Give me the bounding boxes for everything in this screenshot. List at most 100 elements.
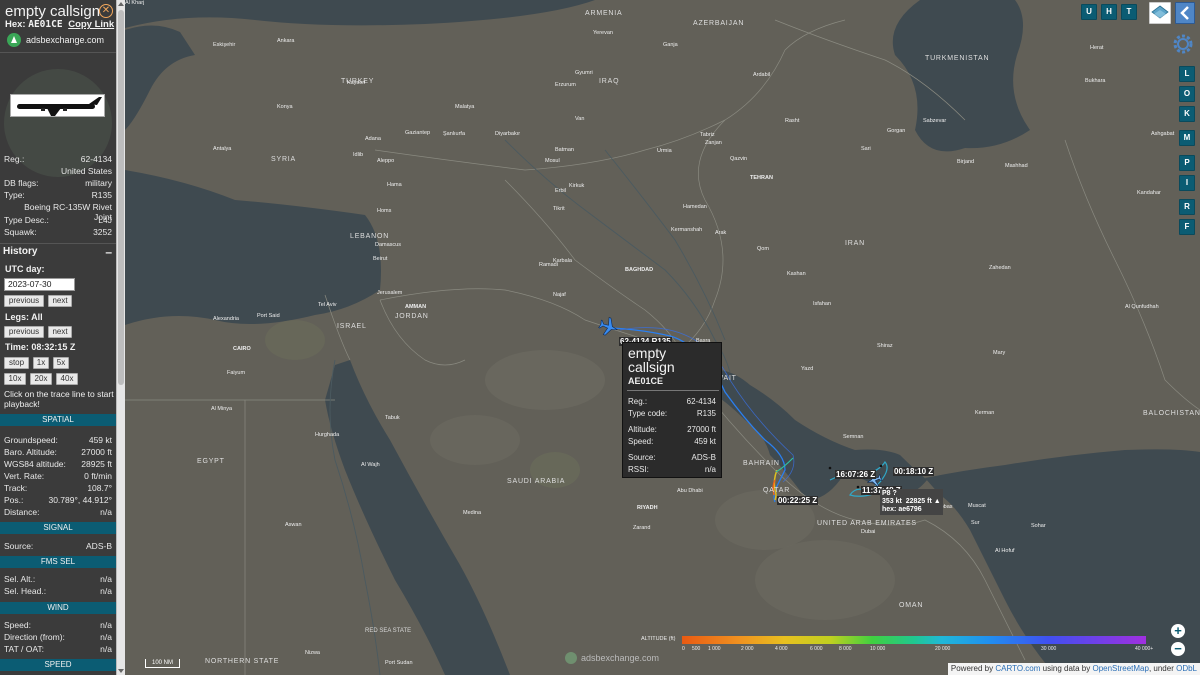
place-label: LEBANON <box>350 233 390 240</box>
speed-10x-button[interactable]: 10x <box>4 373 26 385</box>
type-row: Type: R135 <box>4 190 112 202</box>
fms-section-header: FMS SEL <box>0 556 116 568</box>
place-label: Birjand <box>957 159 975 165</box>
popup-callsign: empty callsign <box>628 345 675 375</box>
scrollbar-thumb[interactable] <box>118 10 124 385</box>
p8-aircraft-label: P8 ? 353 kt 22825 ft ▲ hex: ae6796 <box>880 489 943 515</box>
sidebar-scrollbar[interactable] <box>116 0 125 675</box>
adsbexchange-link-text: adsbexchange.com <box>26 35 105 45</box>
settings-gear-icon[interactable] <box>1171 32 1195 56</box>
place-label: Faiyum <box>227 370 246 376</box>
popup-altitude-value: 27000 ft <box>687 425 716 434</box>
toggle-kiosk-button[interactable]: K <box>1179 106 1195 122</box>
toggle-range-rings-button[interactable]: R <box>1179 199 1195 215</box>
stop-button[interactable]: stop <box>4 357 29 369</box>
source-value: ADS-B <box>86 541 112 551</box>
units-toggle-button[interactable]: U <box>1081 4 1097 20</box>
dbflags-value: military <box>85 178 112 188</box>
watermark-logo-icon <box>565 652 577 664</box>
scale-bar: 100 NM <box>145 659 180 668</box>
place-label: Van <box>575 116 585 122</box>
source-label: Source: <box>4 541 34 551</box>
speed-5x-button[interactable]: 5x <box>53 357 69 369</box>
place-label: Sabzevar <box>923 118 947 124</box>
place-label: Erzurum <box>555 82 576 88</box>
place-label: Batman <box>555 147 574 153</box>
wind-speed-value: n/a <box>100 620 112 630</box>
scroll-down-icon[interactable] <box>118 669 124 673</box>
odbl-link[interactable]: ODbL <box>1176 664 1197 673</box>
place-label: Arak <box>715 230 727 236</box>
selected-aircraft-icon[interactable] <box>597 315 620 338</box>
aircraft-popup[interactable]: empty callsign AE01CE Reg.: 62-4134 Type… <box>622 342 722 478</box>
zoom-out-button[interactable]: − <box>1171 642 1185 656</box>
copy-link[interactable]: Copy Link <box>68 19 114 30</box>
toggle-multiselect-button[interactable]: M <box>1179 130 1195 146</box>
place-label: Hurghada <box>315 432 340 438</box>
previous-day-button[interactable]: previous <box>4 295 44 307</box>
hex-value: AE01CE <box>28 19 63 30</box>
place-label: AZERBAIJAN <box>693 20 745 27</box>
layers-button[interactable] <box>1149 2 1171 24</box>
map-view[interactable]: TURKEY SYRIA IRAQ IRAN JORDAN ISRAEL LEBANON EG… <box>125 0 1200 675</box>
popup-speed-value: 459 kt <box>694 437 716 446</box>
caspian-sea <box>892 0 1030 152</box>
toggle-labels-button[interactable]: L <box>1179 66 1195 82</box>
adsbexchange-watermark: adsbexchange.com <box>565 652 659 664</box>
place-label: Kirkuk <box>569 183 585 189</box>
layers-icon <box>1151 5 1169 19</box>
type-value: R135 <box>91 190 112 200</box>
place-label: Zanjan <box>705 140 722 146</box>
altitude-legend-tick: 2 000 <box>741 646 754 652</box>
time-label-1: 16:07:26 Z <box>835 470 877 479</box>
speed-20x-button[interactable]: 20x <box>30 373 52 385</box>
scroll-up-icon[interactable] <box>118 2 124 6</box>
adsbexchange-link[interactable]: adsbexchange.com <box>7 33 104 47</box>
place-label: UNITED ARAB EMIRATES <box>817 520 917 527</box>
osm-link[interactable]: OpenStreetMap <box>1092 664 1148 673</box>
attribution-prefix: Powered by <box>950 664 994 673</box>
altitude-legend-tick: 4 000 <box>775 646 788 652</box>
popup-source-value: ADS-B <box>691 453 716 462</box>
carto-link[interactable]: CARTO.com <box>995 664 1040 673</box>
place-label: Yazd <box>801 366 814 372</box>
next-day-button[interactable]: next <box>48 295 72 307</box>
sel-head-row: Sel. Head.: n/a <box>4 586 112 598</box>
place-label: AMMAN <box>405 304 427 310</box>
next-leg-button[interactable]: next <box>48 326 72 338</box>
popup-speed-label: Speed: <box>628 437 654 446</box>
previous-leg-button[interactable]: previous <box>4 326 44 338</box>
popup-reg-row: Reg.: 62-4134 <box>628 397 716 409</box>
reg-row: Reg.: 62-4134 <box>4 154 112 166</box>
aircraft-photo[interactable] <box>10 94 105 117</box>
speed-1x-button[interactable]: 1x <box>33 357 49 369</box>
speed-40x-button[interactable]: 40x <box>56 373 78 385</box>
zoom-in-button[interactable]: + <box>1171 624 1185 638</box>
place-label: Malatya <box>455 104 475 110</box>
track-value: 108.7° <box>87 483 112 493</box>
position-row: Pos.: 30.789°, 44.912° <box>4 495 112 507</box>
tracks-toggle-button[interactable]: T <box>1121 4 1137 20</box>
popup-rssi-row: RSSI: n/a <box>628 465 716 477</box>
place-label: Hama <box>387 182 402 188</box>
place-label: Aleppo <box>377 158 395 164</box>
popup-reg-value: 62-4134 <box>686 397 716 406</box>
toggle-info-button[interactable]: I <box>1179 175 1195 191</box>
history-toggle-button[interactable]: H <box>1101 4 1117 20</box>
place-label: Kandahar <box>1137 190 1161 196</box>
collapse-sidebar-button[interactable] <box>1175 2 1195 24</box>
place-label: Homs <box>377 208 392 214</box>
date-input[interactable]: 2023-07-30 <box>4 278 75 291</box>
place-label: Zarand <box>633 525 651 531</box>
wgs84-altitude-value: 28925 ft <box>81 459 112 469</box>
place-label: Dubai <box>861 529 876 535</box>
distance-value: n/a <box>100 507 112 517</box>
close-icon[interactable]: ✕ <box>99 4 113 18</box>
toggle-extended-labels-button[interactable]: O <box>1179 86 1195 102</box>
toggle-filter-button[interactable]: F <box>1179 219 1195 235</box>
legs-label: Legs: All <box>5 312 43 322</box>
place-label: TURKMENISTAN <box>925 55 990 62</box>
history-collapse-button[interactable]: – <box>105 245 112 259</box>
divider <box>0 243 116 244</box>
toggle-persistence-button[interactable]: P <box>1179 155 1195 171</box>
